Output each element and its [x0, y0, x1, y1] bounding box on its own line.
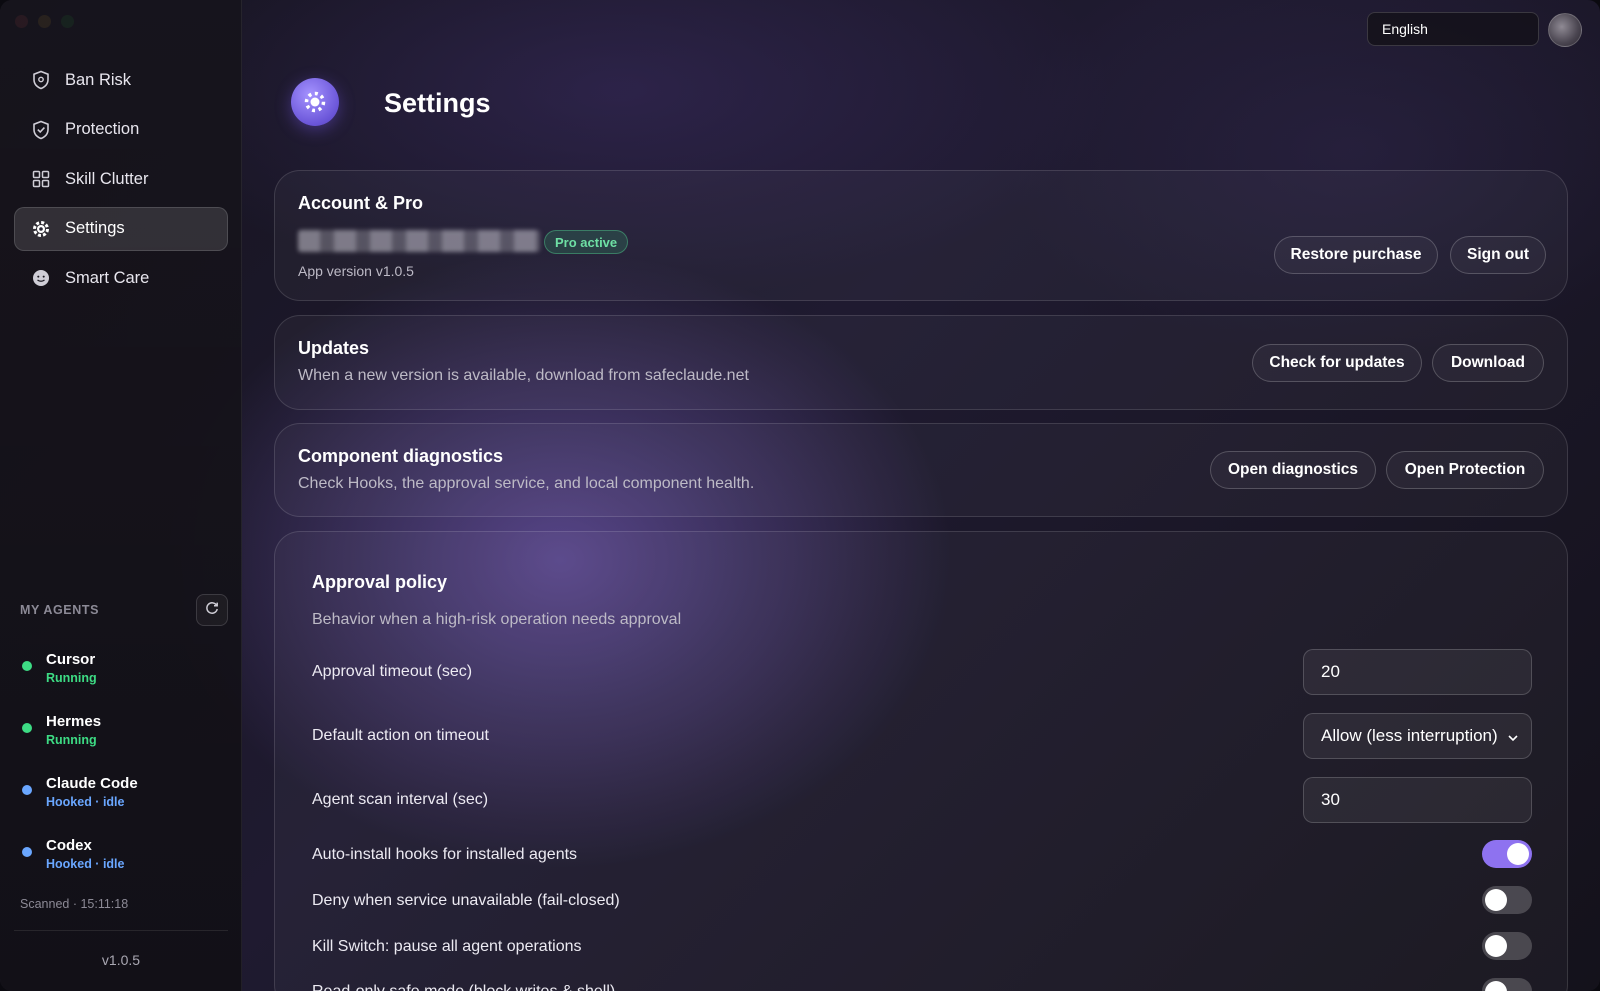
updates-card-title: Updates: [298, 338, 370, 358]
shield-icon: [31, 70, 51, 90]
agents-header: MY AGENTS: [20, 594, 228, 626]
diagnostics-card-title: Component diagnostics: [298, 446, 504, 466]
default-action-label: Default action on timeout: [312, 727, 489, 744]
auto-install-hooks-toggle[interactable]: [1482, 840, 1532, 868]
refresh-agents-button[interactable]: [196, 594, 228, 626]
chevron-down-icon: [1507, 729, 1519, 749]
restore-purchase-button[interactable]: Restore purchase: [1274, 236, 1438, 274]
sidebar-item-settings[interactable]: Settings: [14, 206, 228, 251]
agent-item-hermes[interactable]: Hermes Running: [22, 712, 101, 749]
sidebar-item-smart-care[interactable]: Smart Care: [14, 256, 228, 300]
open-protection-button[interactable]: Open Protection: [1386, 451, 1544, 489]
diagnostics-card-subtitle: Check Hooks, the approval service, and l…: [298, 475, 755, 492]
kill-switch-label: Kill Switch: pause all agent operations: [312, 938, 582, 955]
toggle-knob: [1485, 889, 1507, 911]
sidebar-item-protection[interactable]: Protection: [14, 108, 228, 152]
toggle-knob: [1507, 843, 1529, 865]
sign-out-button[interactable]: Sign out: [1450, 236, 1546, 274]
sidebar-item-label: Skill Clutter: [65, 169, 149, 188]
read-only-mode-label: Read-only safe mode (block writes & shel…: [312, 983, 615, 991]
default-action-value: Allow (less interruption): [1321, 726, 1498, 745]
agent-name: Cursor: [46, 651, 96, 668]
sidebar-item-label: Smart Care: [65, 268, 150, 287]
scan-interval-label: Agent scan interval (sec): [312, 791, 489, 808]
agent-name: Codex: [46, 837, 92, 854]
check-for-updates-button[interactable]: Check for updates: [1252, 344, 1422, 382]
sidebar-item-skill-clutter[interactable]: Skill Clutter: [14, 157, 228, 201]
approval-card-subtitle: Behavior when a high-risk operation need…: [312, 611, 682, 628]
agent-status-dot: [22, 785, 32, 795]
agent-status: Running: [46, 671, 97, 685]
approval-timeout-input[interactable]: 20: [1303, 649, 1532, 695]
sidebar-item-ban-risk[interactable]: Ban Risk: [14, 58, 228, 102]
settings-header-icon: [291, 78, 339, 126]
agent-status-dot: [22, 847, 32, 857]
language-select[interactable]: English: [1367, 12, 1539, 46]
default-action-select[interactable]: Allow (less interruption): [1303, 713, 1532, 759]
approval-card-title: Approval policy: [312, 572, 448, 592]
toggle-knob: [1485, 935, 1507, 957]
toggle-knob: [1485, 981, 1507, 991]
agent-name: Hermes: [46, 713, 102, 730]
agent-item-codex[interactable]: Codex Hooked · idle: [22, 836, 124, 873]
agent-status: Hooked · idle: [46, 857, 125, 871]
download-button[interactable]: Download: [1432, 344, 1544, 382]
sidebar-divider: [14, 930, 228, 931]
app-version-text: App version v1.0.5: [298, 263, 414, 279]
app-window: Ban Risk Protection Skill Clutter Settin…: [0, 0, 1600, 991]
avatar[interactable]: [1548, 13, 1582, 47]
gear-icon: [31, 219, 51, 239]
updates-card-subtitle: When a new version is available, downloa…: [298, 367, 749, 384]
read-only-mode-toggle[interactable]: [1482, 978, 1532, 991]
fail-closed-label: Deny when service unavailable (fail-clos…: [312, 892, 620, 909]
agent-status: Hooked · idle: [46, 795, 125, 809]
account-card-title: Account & Pro: [298, 193, 424, 213]
agent-item-claude-code[interactable]: Claude Code Hooked · idle: [22, 774, 138, 811]
agent-name: Claude Code: [46, 775, 138, 792]
account-email-redacted: [298, 230, 540, 252]
sidebar-version: v1.0.5: [101, 952, 141, 968]
kill-switch-toggle[interactable]: [1482, 932, 1532, 960]
sidebar-nav: Ban Risk Protection Skill Clutter Settin…: [14, 58, 228, 306]
approval-policy-card: [274, 531, 1568, 991]
approval-timeout-label: Approval timeout (sec): [312, 663, 473, 680]
last-scanned-text: Scanned · 15:11:18: [20, 897, 129, 911]
page-title: Settings: [384, 88, 491, 118]
auto-install-hooks-label: Auto-install hooks for installed agents: [312, 846, 578, 863]
shield-check-icon: [31, 120, 51, 140]
sidebar-item-label: Protection: [65, 120, 140, 138]
grid-icon: [31, 169, 51, 189]
fail-closed-toggle[interactable]: [1482, 886, 1532, 914]
smiley-icon: [31, 268, 51, 288]
scan-interval-input[interactable]: 30: [1303, 777, 1532, 823]
agent-status: Running: [46, 733, 97, 747]
agents-section-title: MY AGENTS: [20, 603, 100, 617]
status-badge: Pro active: [544, 230, 629, 254]
sidebar: Ban Risk Protection Skill Clutter Settin…: [0, 0, 242, 991]
sidebar-item-label: Settings: [65, 219, 125, 237]
agent-status-dot: [22, 661, 32, 671]
agent-item-cursor[interactable]: Cursor Running: [22, 650, 97, 687]
agent-status-dot: [22, 723, 32, 733]
sidebar-item-label: Ban Risk: [65, 70, 132, 89]
open-diagnostics-button[interactable]: Open diagnostics: [1210, 451, 1376, 489]
refresh-icon: [205, 601, 219, 620]
